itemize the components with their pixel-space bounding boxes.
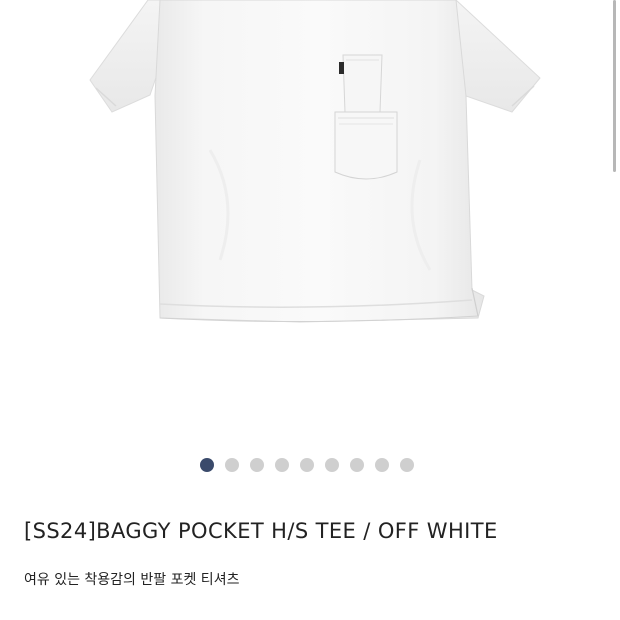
carousel-pagination (0, 457, 620, 473)
product-subtitle: 여유 있는 착용감의 반팔 포켓 티셔츠 (24, 572, 240, 588)
brand-tag-icon (339, 62, 344, 74)
scrollbar[interactable] (613, 0, 616, 172)
carousel-dot-active[interactable] (200, 458, 214, 472)
product-title: [SS24]BAGGY POCKET H/S TEE / OFF WHITE (24, 519, 498, 543)
carousel-dot[interactable] (275, 458, 289, 472)
carousel-dot[interactable] (300, 458, 314, 472)
carousel-dot[interactable] (225, 458, 239, 472)
tshirt-illustration (89, 0, 541, 323)
product-image[interactable] (0, 0, 620, 440)
carousel-dot[interactable] (400, 458, 414, 472)
carousel-dot[interactable] (250, 458, 264, 472)
carousel-dot[interactable] (375, 458, 389, 472)
carousel-dot[interactable] (350, 458, 364, 472)
carousel-dot[interactable] (325, 458, 339, 472)
